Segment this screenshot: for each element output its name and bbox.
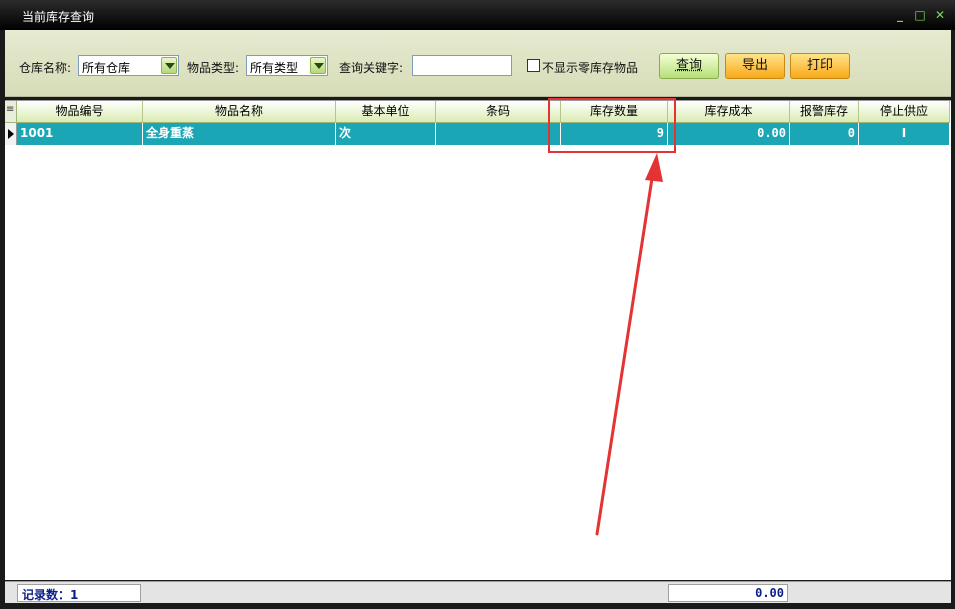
title-bar[interactable]: 当前库存查询 _ □ ✕ <box>0 0 955 30</box>
close-icon[interactable]: ✕ <box>933 8 947 22</box>
total-cost-box: 0.00 <box>668 584 788 602</box>
query-button[interactable]: 查询 <box>659 53 719 79</box>
inventory-table: 物品编号 物品名称 基本单位 条码 库存数量 库存成本 报警库存 停止供应 10… <box>5 100 951 580</box>
item-type-label: 物品类型: <box>187 61 240 75</box>
item-type-select-value: 所有类型 <box>250 61 299 75</box>
item-type-select[interactable]: 所有类型 <box>246 55 328 76</box>
cell-stock-cost[interactable]: 0.00 <box>668 123 790 145</box>
warehouse-select-value: 所有仓库 <box>82 61 131 75</box>
column-header-alarm-stock[interactable]: 报警库存 <box>790 101 859 123</box>
keyword-label: 查询关键字: <box>339 61 404 75</box>
minimize-icon[interactable]: _ <box>893 8 907 22</box>
grid-corner-icon[interactable] <box>5 101 17 123</box>
export-button[interactable]: 导出 <box>725 53 785 79</box>
warehouse-select[interactable]: 所有仓库 <box>78 55 179 76</box>
record-count-box: 记录数：1 <box>17 584 141 602</box>
cell-item-name[interactable]: 全身重蒸 <box>143 123 336 145</box>
cell-alarm-stock[interactable]: 0 <box>790 123 859 145</box>
cell-item-no[interactable]: 1001 <box>17 123 143 145</box>
cell-barcode[interactable] <box>436 123 561 145</box>
row-pointer-icon <box>5 123 17 145</box>
table-row[interactable]: 1001 全身重蒸 次 9 0.00 0 I <box>5 123 950 145</box>
column-header-item-name[interactable]: 物品名称 <box>143 101 336 123</box>
column-header-barcode[interactable]: 条码 <box>436 101 561 123</box>
stock-qty-highlight-box <box>548 98 676 153</box>
cell-unit[interactable]: 次 <box>336 123 436 145</box>
query-button-label: 查询 <box>675 58 702 73</box>
print-button[interactable]: 打印 <box>790 53 850 79</box>
column-header-unit[interactable]: 基本单位 <box>336 101 436 123</box>
hide-zero-stock-label[interactable]: 不显示零库存物品 <box>542 59 638 76</box>
total-cost: 0.00 <box>755 586 784 600</box>
hide-zero-stock-checkbox[interactable] <box>527 59 540 72</box>
warehouse-label: 仓库名称: <box>19 61 72 75</box>
status-bar: 记录数：1 0.00 <box>5 581 951 603</box>
cell-stop-supply[interactable]: I <box>859 123 950 145</box>
inventory-window: 当前库存查询 _ □ ✕ 仓库名称: 所有仓库 物品类型: 所有类型 查询关键字… <box>0 0 955 609</box>
column-header-stock-cost[interactable]: 库存成本 <box>668 101 790 123</box>
window-title: 当前库存查询 <box>22 10 95 24</box>
chevron-down-icon[interactable] <box>161 57 177 74</box>
query-toolbar: 仓库名称: 所有仓库 物品类型: 所有类型 查询关键字: 不显示零库存物品 查询… <box>5 30 951 97</box>
keyword-input[interactable] <box>412 55 512 76</box>
column-header-stop-supply[interactable]: 停止供应 <box>859 101 950 123</box>
maximize-icon[interactable]: □ <box>913 8 927 22</box>
column-header-item-no[interactable]: 物品编号 <box>17 101 143 123</box>
record-count: 记录数：1 <box>22 588 79 602</box>
chevron-down-icon[interactable] <box>310 57 326 74</box>
